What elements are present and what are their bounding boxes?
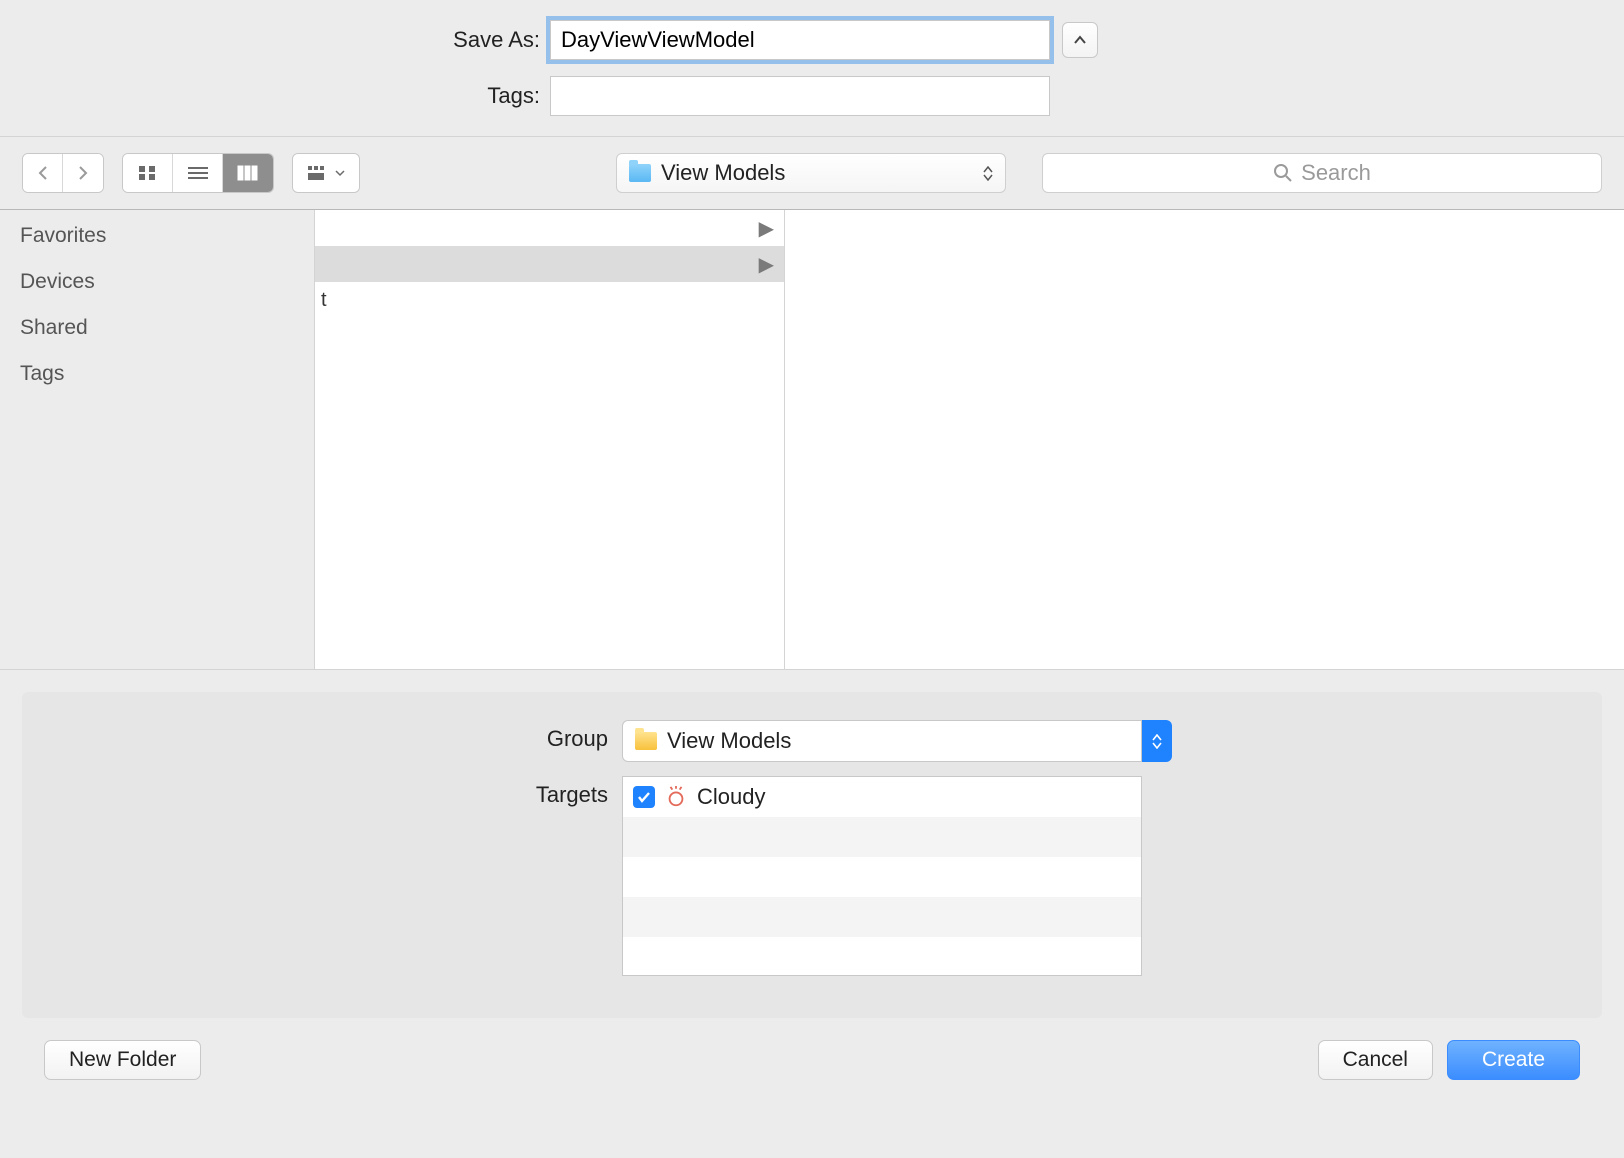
nav-forward-button[interactable] (63, 154, 103, 192)
target-row-empty (623, 937, 1141, 977)
sidebar-item-shared[interactable]: Shared (20, 316, 294, 340)
arrange-group (292, 153, 360, 193)
cancel-label: Cancel (1343, 1048, 1408, 1072)
browser-column-empty (785, 210, 1624, 669)
checkmark-icon (637, 791, 651, 803)
chevron-down-icon (1152, 742, 1162, 749)
chevron-right-icon (77, 165, 89, 181)
view-list-button[interactable] (173, 154, 223, 192)
view-mode-group (122, 153, 274, 193)
file-browser: Favorites Devices Shared Tags ▶ ▶ t (0, 210, 1624, 670)
new-folder-label: New Folder (69, 1048, 176, 1072)
sidebar-item-devices[interactable]: Devices (20, 270, 294, 294)
list-item[interactable]: ▶ (315, 210, 784, 246)
create-button[interactable]: Create (1447, 1040, 1580, 1080)
save-as-input[interactable] (550, 20, 1050, 60)
finder-toolbar: View Models Search (0, 137, 1624, 210)
target-row-empty (623, 897, 1141, 937)
stepper-icon (983, 166, 993, 181)
chevron-up-icon (1152, 734, 1162, 741)
target-name: Cloudy (697, 784, 765, 810)
sidebar-item-tags[interactable]: Tags (20, 362, 294, 386)
save-header: Save As: Tags: (0, 0, 1624, 137)
app-icon (665, 786, 687, 808)
sidebar-item-favorites[interactable]: Favorites (20, 224, 294, 248)
list-item[interactable]: t (315, 282, 784, 318)
tags-input[interactable] (550, 76, 1050, 116)
location-label: View Models (661, 160, 785, 186)
targets-list: Cloudy (622, 776, 1142, 976)
disclosure-icon: ▶ (759, 216, 774, 241)
group-value: View Models (667, 728, 791, 754)
target-checkbox[interactable] (633, 786, 655, 808)
nav-group (22, 153, 104, 193)
dialog-footer: New Folder Cancel Create (0, 1040, 1624, 1098)
group-label: Group (52, 720, 622, 752)
cancel-button[interactable]: Cancel (1318, 1040, 1433, 1080)
location-popup[interactable]: View Models (616, 153, 1006, 193)
sidebar: Favorites Devices Shared Tags (0, 210, 315, 669)
list-view-icon (187, 165, 209, 181)
target-row-empty (623, 857, 1141, 897)
tags-label: Tags: (0, 83, 550, 109)
list-item[interactable]: ▶ (315, 246, 784, 282)
create-label: Create (1482, 1048, 1545, 1072)
folder-icon (635, 732, 657, 750)
target-row[interactable]: Cloudy (623, 777, 1141, 817)
chevron-up-icon (1073, 35, 1087, 45)
view-icon-button[interactable] (123, 154, 173, 192)
view-column-button[interactable] (223, 154, 273, 192)
group-popup-stepper[interactable] (1142, 720, 1172, 762)
chevron-down-icon (335, 169, 345, 177)
search-icon (1273, 163, 1293, 183)
save-as-label: Save As: (0, 27, 550, 53)
targets-label: Targets (52, 776, 622, 808)
browser-column: ▶ ▶ t (315, 210, 785, 669)
options-panel: Group View Models Targets (22, 692, 1602, 1018)
arrange-button[interactable] (293, 154, 359, 192)
target-row-empty (623, 817, 1141, 857)
search-input[interactable]: Search (1042, 153, 1602, 193)
search-placeholder: Search (1301, 160, 1371, 186)
gallery-view-icon (307, 165, 331, 181)
column-view-icon (237, 165, 259, 181)
new-folder-button[interactable]: New Folder (44, 1040, 201, 1080)
folder-icon (629, 164, 651, 182)
group-popup[interactable]: View Models (622, 720, 1142, 762)
expand-toggle-button[interactable] (1062, 22, 1098, 58)
nav-back-button[interactable] (23, 154, 63, 192)
disclosure-icon: ▶ (759, 252, 774, 277)
icon-view-icon (138, 165, 158, 181)
chevron-left-icon (37, 165, 49, 181)
